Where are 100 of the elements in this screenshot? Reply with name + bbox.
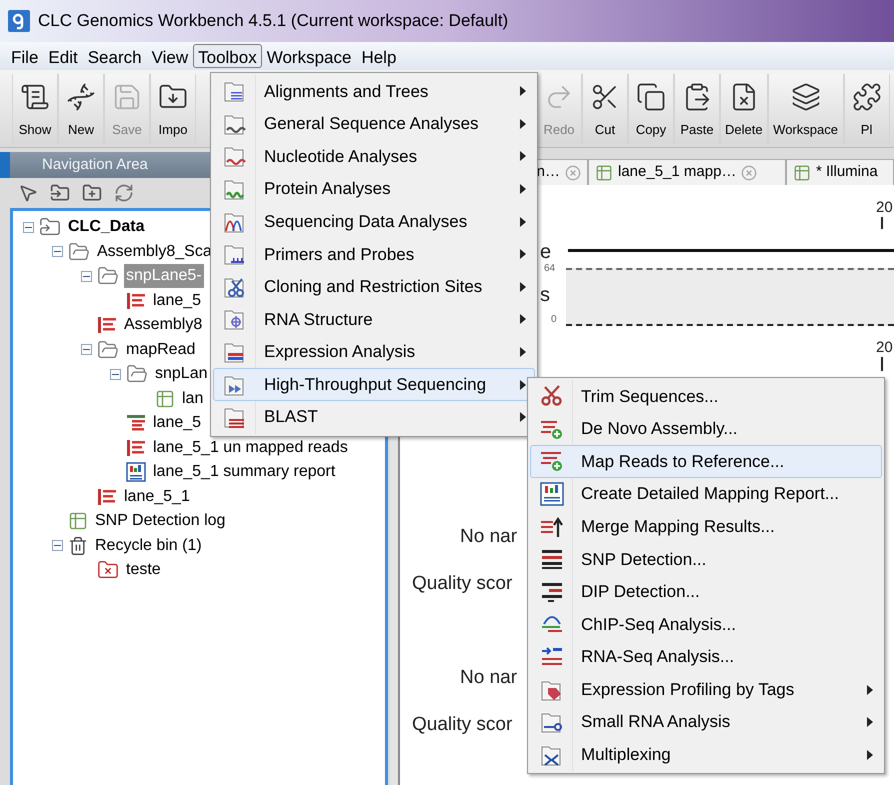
expander[interactable]: [23, 222, 34, 233]
menu-item[interactable]: Create Detailed Mapping Report...: [530, 478, 882, 510]
reads-icon: [97, 488, 117, 506]
menu-bar-item[interactable]: Toolbox: [193, 44, 262, 68]
tree-item[interactable]: lane_5: [151, 411, 204, 436]
menu-item[interactable]: Multiplexing: [530, 738, 882, 772]
expander[interactable]: [81, 270, 92, 282]
menu-item[interactable]: Map Reads to Reference...: [530, 445, 882, 478]
menu-item[interactable]: Small RNA Analysis: [530, 706, 882, 739]
submenu-arrow-icon: [520, 314, 526, 324]
toolbar-button[interactable]: Pl: [844, 74, 890, 144]
tab[interactable]: * Illumina: [786, 159, 894, 185]
folder-icon: [68, 240, 90, 263]
menu-item[interactable]: DIP Detection...: [530, 576, 882, 608]
expander[interactable]: [81, 344, 92, 356]
folder-icon: [97, 338, 119, 361]
scissors-icon: [540, 384, 564, 408]
tree-item[interactable]: Recycle bin (1): [93, 534, 204, 558]
submenu-arrow-icon: [520, 86, 526, 96]
table-icon: [793, 164, 811, 182]
axis-label: 64: [544, 262, 556, 276]
menu-bar-item[interactable]: View: [146, 44, 194, 68]
cursor-icon[interactable]: [18, 183, 38, 203]
toolbar-button[interactable]: Cut: [582, 74, 628, 144]
track-quality-label: Quality scor: [412, 713, 512, 737]
track-quality-label: Quality scor: [412, 572, 512, 596]
table-icon: [68, 511, 88, 532]
copy-icon: [636, 82, 666, 112]
base-pair-icon: [540, 547, 564, 572]
toolbar-button[interactable]: Impo: [150, 74, 196, 144]
submenu-arrow-icon: [520, 118, 526, 129]
menu-item[interactable]: Primers and Probes: [213, 238, 535, 271]
report-icon: [540, 482, 564, 506]
menu-bar-item[interactable]: File: [6, 44, 44, 68]
menu-item[interactable]: SNP Detection...: [530, 542, 882, 576]
menu-item[interactable]: Sequencing Data Analyses: [213, 205, 535, 238]
expander[interactable]: [52, 246, 63, 258]
menu-item[interactable]: High-Throughput Sequencing: [213, 368, 535, 401]
refresh-icon[interactable]: [114, 183, 134, 203]
scale-label: 20: [876, 198, 893, 218]
submenu-arrow-icon: [520, 184, 526, 194]
tree-item[interactable]: Assembly8: [122, 313, 204, 338]
tree-item[interactable]: lan: [180, 386, 206, 411]
trash-icon: [68, 536, 88, 556]
tree-item[interactable]: Assembly8_Sca: [95, 240, 214, 264]
table-icon: [155, 388, 175, 409]
scale-label: 20: [876, 338, 893, 358]
tree-item[interactable]: mapRead: [124, 338, 198, 362]
toolbar-button[interactable]: Paste: [674, 74, 720, 144]
track-label: s: [540, 283, 550, 308]
reads-icon: [126, 438, 146, 457]
folder-plus-icon[interactable]: [82, 183, 102, 203]
windows-icon: [790, 82, 821, 112]
track-name: No nar: [460, 525, 518, 549]
toolbar-button[interactable]: Copy: [628, 74, 674, 144]
tree-item[interactable]: lane_5: [151, 288, 204, 313]
expander[interactable]: [52, 540, 63, 552]
toolbar-button[interactable]: Delete: [720, 74, 768, 144]
submenu-arrow-icon: [867, 717, 873, 728]
toolbar-button[interactable]: New: [58, 74, 104, 144]
tree-item[interactable]: CLC_Data: [66, 215, 146, 240]
menu-bar-item[interactable]: Search: [82, 44, 147, 68]
tree-item[interactable]: teste: [124, 558, 163, 582]
submenu-arrow-icon: [520, 380, 526, 390]
toolbar-button[interactable]: Workspace: [768, 74, 844, 144]
menu-item[interactable]: Expression Analysis: [213, 336, 535, 368]
submenu-arrow-icon: [520, 151, 526, 162]
submenu-arrow-icon: [867, 750, 873, 760]
tree-item[interactable]: lane_5_1 summary report: [151, 460, 338, 484]
lines-plus-icon: [540, 449, 564, 474]
menu-bar-item[interactable]: Help: [356, 44, 402, 68]
panel-title: Navigation Area: [42, 154, 148, 175]
tree-item[interactable]: lane_5_1: [122, 484, 192, 509]
menu-item[interactable]: Alignments and Trees: [213, 75, 535, 108]
tree-item[interactable]: lane_5_1 un mapped reads: [151, 436, 350, 460]
tree-item[interactable]: SNP Detection log: [93, 509, 228, 534]
menu-item[interactable]: Merge Mapping Results...: [530, 510, 882, 543]
menu-item[interactable]: Cloning and Restriction Sites: [213, 270, 535, 304]
mapping-icon: [126, 414, 146, 432]
menu-item[interactable]: RNA Structure: [213, 303, 535, 336]
menu-item[interactable]: Expression Profiling by Tags: [530, 673, 882, 706]
menu-item[interactable]: RNA-Seq Analysis...: [530, 640, 882, 674]
folder-input-icon[interactable]: [50, 183, 70, 203]
tree-item[interactable]: snpLan: [153, 362, 210, 386]
submenu-arrow-icon: [520, 249, 526, 260]
reads-icon: [97, 316, 117, 334]
menu-item[interactable]: Protein Analyses: [213, 172, 535, 206]
submenu-arrow-icon: [867, 684, 873, 695]
merge-arrow-icon: [540, 514, 564, 539]
expander[interactable]: [110, 368, 121, 380]
menu-item[interactable]: Nucleotide Analyses: [213, 140, 535, 173]
menu-item[interactable]: De Novo Assembly...: [530, 412, 882, 446]
toolbar-button[interactable]: Show: [12, 74, 58, 144]
menu-bar-item[interactable]: Edit: [43, 44, 83, 68]
menu-bar-item[interactable]: Workspace: [262, 44, 356, 68]
menu-item[interactable]: ChIP-Seq Analysis...: [530, 608, 882, 641]
menu-item[interactable]: General Sequence Analyses: [213, 108, 535, 140]
submenu-arrow-icon: [520, 282, 526, 292]
reads-icon: [126, 292, 146, 310]
tab[interactable]: lane_5_1 mapp…: [588, 159, 786, 185]
